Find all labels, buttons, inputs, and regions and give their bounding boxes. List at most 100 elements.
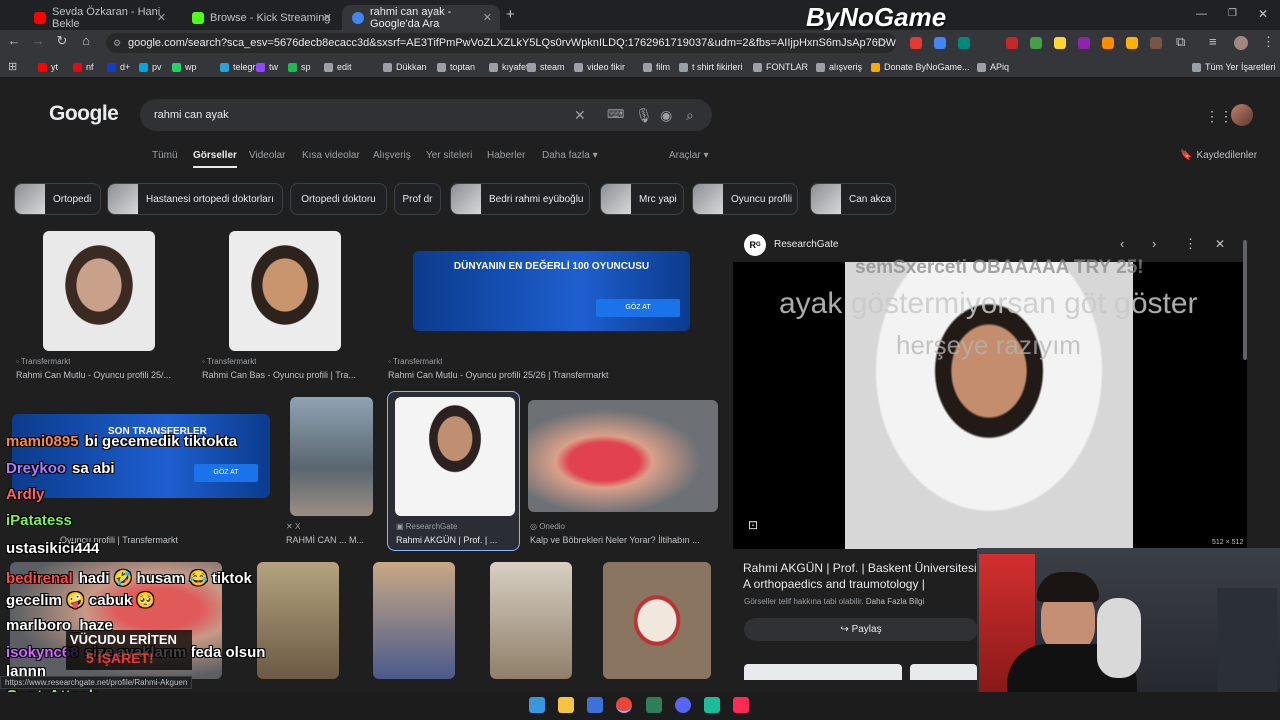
bookmark-item[interactable]: video fikir xyxy=(574,62,625,72)
panel-scrollbar[interactable] xyxy=(1243,240,1247,360)
refine-chip[interactable]: Mrc yapi xyxy=(600,183,684,215)
search-tab[interactable]: Görseller xyxy=(193,150,237,168)
extension-icon[interactable] xyxy=(958,37,970,49)
file-explorer-icon[interactable] xyxy=(558,697,574,713)
result-image[interactable] xyxy=(395,397,515,516)
result-image[interactable] xyxy=(290,397,373,516)
tab-google[interactable]: rahmi can ayak - Google'da Ara ✕ xyxy=(342,5,500,30)
bookmark-item[interactable]: toptan xyxy=(437,62,475,72)
result-image[interactable] xyxy=(43,231,155,351)
chrome-icon[interactable] xyxy=(616,697,632,713)
minimize-button[interactable]: — xyxy=(1196,8,1207,20)
bookmark-item[interactable]: alışveriş xyxy=(816,62,862,72)
bookmark-item[interactable]: film xyxy=(643,62,670,72)
related-image[interactable] xyxy=(744,664,902,680)
google-apps-icon[interactable]: ⋮⋮ xyxy=(1205,108,1233,125)
tools-menu[interactable]: Araçlar ▾ xyxy=(669,150,708,161)
tab-kick[interactable]: Browse - Kick Streaming ✕ xyxy=(182,5,340,30)
close-tab-icon[interactable]: ✕ xyxy=(157,11,166,24)
bookmark-item[interactable]: kıyafet xyxy=(489,62,529,72)
result-image-banner[interactable]: SON TRANSFERLER GÖZ AT xyxy=(12,414,270,498)
result-caption[interactable]: Rahmi AKGÜN | Prof. | ... xyxy=(396,535,516,545)
search-tab[interactable]: Haberler xyxy=(487,150,525,161)
search-tab[interactable]: Tümü xyxy=(152,150,178,161)
google-logo[interactable]: Google xyxy=(49,102,119,126)
adblock-icon[interactable] xyxy=(910,37,922,49)
extension-icon[interactable] xyxy=(934,37,946,49)
tiktok-icon[interactable] xyxy=(733,697,749,713)
app-icon[interactable] xyxy=(704,697,720,713)
refine-chip[interactable]: Ortopedi xyxy=(14,183,101,215)
lens-search-icon[interactable]: ⊡ xyxy=(748,518,758,532)
refine-chip[interactable]: Bedri rahmi eyüboğlu xyxy=(450,183,590,215)
bookmark-item[interactable]: yt xyxy=(38,62,58,72)
search-input[interactable]: rahmi can ayak xyxy=(140,99,712,131)
extensions-puzzle-icon[interactable]: ⧉ xyxy=(1176,34,1185,50)
microphone-icon[interactable]: 🎙 xyxy=(635,107,653,124)
result-image-banner[interactable]: DÜNYANIN EN DEĞERLİ 100 OYUNCUSU GÖZ AT xyxy=(413,251,690,331)
maximize-button[interactable]: ❐ xyxy=(1228,8,1237,19)
bookmark-item[interactable]: APiq xyxy=(977,62,1009,72)
bookmark-item[interactable]: nf xyxy=(73,62,94,72)
bookmark-item[interactable]: t shirt fikirleri xyxy=(679,62,743,72)
result-image[interactable] xyxy=(257,562,339,679)
extension-icon[interactable] xyxy=(1006,37,1018,49)
banner-button[interactable]: GÖZ AT xyxy=(194,464,258,482)
more-icon[interactable]: ⋮ xyxy=(1184,236,1197,252)
search-tab[interactable]: Daha fazla ▾ xyxy=(542,150,598,161)
extension-icon[interactable] xyxy=(1126,37,1138,49)
account-avatar[interactable] xyxy=(1231,104,1253,126)
reload-icon[interactable]: ↻ xyxy=(52,33,72,49)
extension-icon[interactable] xyxy=(1030,37,1042,49)
bookmark-item[interactable]: steam xyxy=(527,62,565,72)
tab-youtube[interactable]: Sevda Özkaran - Hani Bekle ✕ xyxy=(24,5,174,30)
refine-chip[interactable]: Hastanesi ortopedi doktorları xyxy=(107,183,283,215)
bookmark-item[interactable]: telegr xyxy=(220,62,256,72)
next-icon[interactable]: › xyxy=(1152,236,1156,251)
media-icon[interactable]: ≡ xyxy=(1209,34,1217,49)
share-button[interactable]: ↪ Paylaş xyxy=(744,618,978,641)
result-image[interactable] xyxy=(229,231,341,351)
result-caption[interactable]: Rahmi Can Mutlu - Oyuncu profili 25/... xyxy=(16,370,186,380)
profile-avatar[interactable] xyxy=(1234,36,1248,50)
result-image[interactable] xyxy=(603,562,711,679)
new-tab-button[interactable]: + xyxy=(506,6,515,23)
refine-chip[interactable]: Ortopedi doktoru xyxy=(290,183,387,215)
related-image[interactable] xyxy=(910,664,977,680)
search-tab[interactable]: Alışveriş xyxy=(373,150,411,161)
result-image[interactable] xyxy=(490,562,572,679)
saved-link[interactable]: 🔖 Kaydedilenler xyxy=(1180,150,1257,161)
bookmark-item[interactable]: pv xyxy=(139,62,162,72)
panel-source[interactable]: ResearchGate xyxy=(774,239,838,250)
result-caption[interactable]: Rahmi Can Bas - Oyuncu profili | Tra... xyxy=(202,370,372,380)
menu-icon[interactable]: ⋮ xyxy=(1262,34,1275,50)
result-caption[interactable]: Kalp ve Böbrekleri Neler Yorar? İltihabı… xyxy=(530,535,718,545)
close-tab-icon[interactable]: ✕ xyxy=(323,11,332,24)
site-info-icon[interactable]: ⚙ xyxy=(113,33,121,53)
bookmark-item[interactable]: Donate ByNoGame... xyxy=(871,62,970,72)
panel-title[interactable]: Rahmi AKGÜN | Prof. | Baskent Üniversite… xyxy=(743,560,977,592)
extension-icon[interactable] xyxy=(1078,37,1090,49)
banner-button[interactable]: GÖZ AT xyxy=(596,299,680,317)
search-tab[interactable]: Kısa videolar xyxy=(302,150,360,161)
app-icon[interactable] xyxy=(646,697,662,713)
result-caption[interactable]: RAHMİ CAN ... M... xyxy=(286,535,376,545)
result-image[interactable] xyxy=(528,400,718,512)
learn-more-link[interactable]: Daha Fazla Bilgi xyxy=(866,597,924,606)
back-icon[interactable]: ← xyxy=(4,33,24,48)
keyboard-icon[interactable]: ⌨ xyxy=(607,107,624,121)
clear-search-icon[interactable]: ✕ xyxy=(574,107,586,124)
start-icon[interactable] xyxy=(529,697,545,713)
close-tab-icon[interactable]: ✕ xyxy=(483,11,492,24)
result-image[interactable] xyxy=(373,562,455,679)
search-tab[interactable]: Yer siteleri xyxy=(426,150,472,161)
prev-icon[interactable]: ‹ xyxy=(1120,236,1124,251)
bookmark-item[interactable]: d+ xyxy=(107,62,130,72)
search-tab[interactable]: Videolar xyxy=(249,150,286,161)
extension-icon[interactable] xyxy=(1054,37,1066,49)
bookmark-item[interactable]: edit xyxy=(324,62,352,72)
all-bookmarks-folder[interactable]: Tüm Yer İşaretleri xyxy=(1192,62,1276,72)
bookmark-item[interactable]: sp xyxy=(288,62,311,72)
result-caption[interactable]: Rahmi Can Mutlu - Oyuncu profili 25/26 |… xyxy=(388,370,718,380)
extension-icon[interactable] xyxy=(1150,37,1162,49)
